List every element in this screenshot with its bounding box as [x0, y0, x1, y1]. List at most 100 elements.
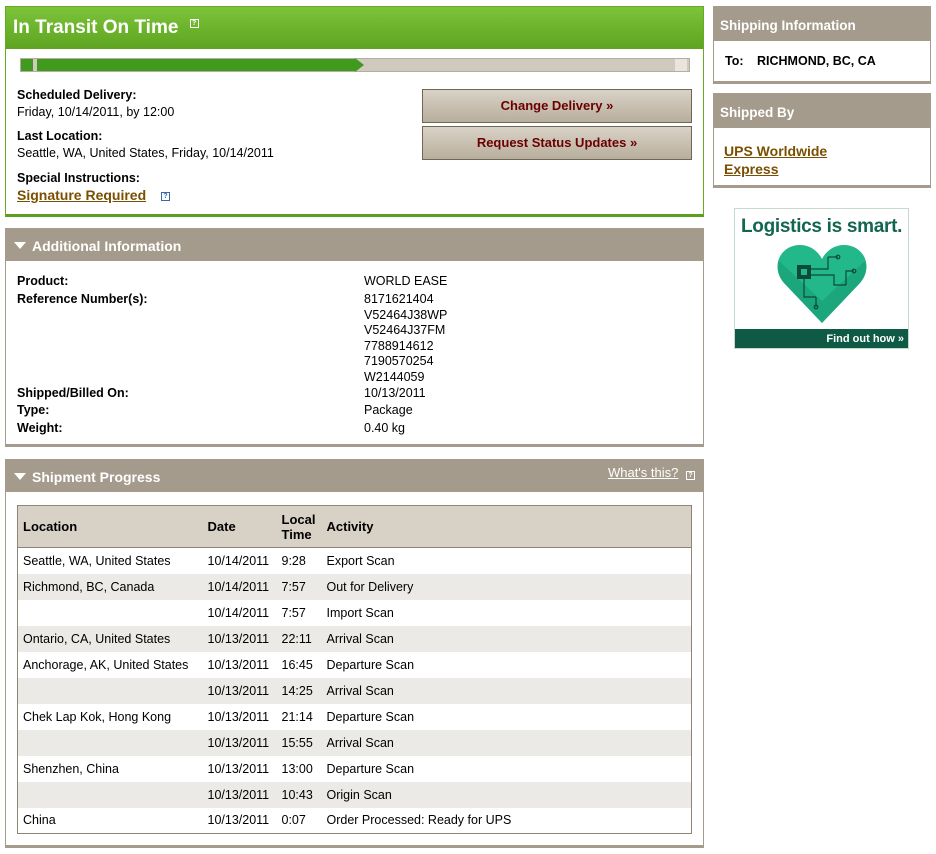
collapse-triangle-icon[interactable] — [14, 242, 26, 249]
cell-activity: Order Processed: Ready for UPS — [326, 813, 512, 828]
cell-time: 9:28 — [281, 553, 306, 568]
ad-find-out-how-link[interactable]: Find out how » — [735, 329, 908, 348]
cell-date: 10/13/2011 — [207, 735, 270, 750]
product-value: WORLD EASE — [364, 274, 448, 288]
cell-activity: Arrival Scan — [326, 631, 394, 646]
cell-date: 10/14/2011 — [207, 605, 270, 620]
cell-location — [18, 678, 203, 704]
cell-activity: Departure Scan — [326, 761, 415, 776]
special-instructions-label: Special Instructions: — [17, 171, 140, 185]
additional-information-header[interactable]: Additional Information — [6, 229, 703, 261]
cell-location: Chek Lap Kok, Hong Kong — [23, 709, 172, 724]
cell-location: Shenzhen, China — [23, 761, 119, 776]
shipped-by-box: Shipped By UPS Worldwide Express — [713, 93, 931, 188]
circuit-heart-icon — [777, 245, 867, 323]
progress-bar — [20, 58, 690, 72]
cell-date: 10/13/2011 — [207, 761, 270, 776]
table-row: 10/14/2011 7:57 Import Scan — [18, 600, 692, 626]
help-icon[interactable]: ? — [161, 192, 170, 201]
type-value: Package — [364, 403, 413, 417]
progress-end-block — [675, 59, 687, 71]
table-row: Anchorage, AK, United States 10/13/2011 16… — [18, 652, 692, 678]
cell-activity: Departure Scan — [326, 657, 415, 672]
table-row: 10/13/2011 15:55 Arrival Scan — [17, 729, 692, 756]
cell-location — [18, 782, 203, 808]
advertisement-banner[interactable]: Logistics is smart. Find out how » — [734, 208, 909, 349]
cell-activity: Import Scan — [326, 605, 394, 620]
column-header-location: Location — [17, 505, 203, 548]
reference-number: V52464J37FM — [364, 323, 446, 337]
cell-time: 13:00 — [281, 761, 313, 776]
shipment-progress-header[interactable]: Shipment Progress What's this? ? — [6, 460, 703, 492]
scheduled-delivery-label: Scheduled Delivery: — [17, 88, 137, 102]
cell-activity: Departure Scan — [326, 709, 415, 724]
reference-number: V52464J38WP — [364, 307, 448, 322]
cell-date: 10/13/2011 — [207, 683, 270, 698]
change-delivery-button[interactable]: Change Delivery » — [422, 89, 692, 123]
column-header-local-time: Local Time — [276, 505, 322, 548]
whats-this-label[interactable]: What's this? — [608, 465, 678, 480]
cell-date: 10/13/2011 — [207, 813, 270, 828]
cell-date: 10/13/2011 — [207, 709, 270, 724]
cell-location: Seattle, WA, United States — [23, 553, 171, 568]
progress-arrow-icon — [355, 58, 364, 72]
cell-time: 7:57 — [281, 605, 306, 620]
reference-number: 8171621404 — [364, 292, 434, 306]
reference-number: 7190570254 — [364, 354, 434, 368]
table-row: Seattle, WA, United States 10/14/2011 9:28… — [18, 548, 692, 574]
reference-numbers-list: 8171621404 V52464J38WP V52464J37FM 77889… — [364, 292, 447, 385]
collapse-triangle-icon[interactable] — [14, 473, 26, 480]
request-status-updates-button[interactable]: Request Status Updates » — [422, 126, 692, 160]
status-title: In Transit On Time — [13, 17, 179, 38]
signature-required-link[interactable]: Signature Required — [17, 187, 146, 203]
table-header-row: Location Date Local Time Activity — [17, 505, 692, 548]
table-row: Shenzhen, China 10/13/2011 13:00 Departure … — [18, 756, 692, 782]
shipped-billed-value: 10/13/2011 — [364, 386, 426, 400]
cell-location — [18, 600, 203, 626]
cell-location: China — [23, 813, 56, 828]
shipping-information-header: Shipping Information — [714, 7, 930, 41]
cell-time: 10:43 — [281, 787, 313, 802]
table-row: Ontario, CA, United States 10/13/2011 22:1… — [17, 625, 692, 652]
cell-date: 10/14/2011 — [207, 579, 270, 594]
help-icon[interactable]: ? — [686, 471, 695, 480]
cell-time: 16:45 — [281, 657, 313, 672]
cell-date: 10/13/2011 — [207, 631, 270, 646]
reference-numbers-label: Reference Number(s): — [17, 292, 148, 306]
cell-activity: Arrival Scan — [326, 683, 394, 698]
ad-headline: Logistics is smart. — [741, 216, 903, 237]
cell-activity: Export Scan — [326, 553, 395, 568]
cell-location: Richmond, BC, Canada — [23, 579, 155, 594]
cell-activity: Origin Scan — [326, 787, 392, 802]
table-row: China 10/13/2011 0:07 Order Processed: Read… — [18, 808, 692, 834]
shipped-by-header: Shipped By — [714, 94, 930, 128]
table-row: 10/13/2011 14:25 Arrival Scan — [17, 677, 692, 704]
table-row: Richmond, BC, Canada 10/14/2011 7:57 Out fo… — [17, 573, 692, 600]
last-location-value: Seattle, WA, United States, Friday, 10/1… — [17, 146, 274, 160]
weight-label: Weight: — [17, 421, 63, 435]
column-header-date: Date — [202, 505, 277, 548]
cell-date: 10/13/2011 — [207, 657, 270, 672]
progress-start-block — [21, 59, 33, 71]
cell-date: 10/13/2011 — [207, 787, 270, 802]
product-label: Product: — [17, 274, 69, 288]
weight-value: 0.40 kg — [364, 421, 406, 435]
scheduled-delivery-value: Friday, 10/14/2011, by 12:00 — [17, 105, 175, 119]
whats-this-link[interactable]: What's this? ? — [608, 465, 695, 480]
cell-time: 22:11 — [281, 631, 312, 646]
cell-activity: Out for Delivery — [326, 579, 414, 594]
cell-activity: Arrival Scan — [326, 735, 394, 750]
cell-location: Ontario, CA, United States — [23, 631, 171, 646]
additional-information-panel: Additional Information Product: WORLD EA… — [5, 228, 704, 447]
cell-time: 14:25 — [281, 683, 313, 698]
help-icon[interactable]: ? — [189, 19, 199, 28]
reference-number: W2144059 — [364, 369, 425, 384]
cell-time: 0:07 — [281, 813, 306, 828]
service-link[interactable]: UPS Worldwide Express — [724, 142, 854, 178]
column-header-time-line2: Time — [281, 526, 312, 542]
cell-time: 15:55 — [281, 735, 313, 750]
column-header-time-line1: Local — [281, 511, 316, 527]
status-panel: In Transit On Time ? Scheduled Delivery:… — [5, 6, 704, 217]
ship-to-label: To: — [725, 54, 744, 68]
section-title: Shipment Progress — [32, 469, 161, 485]
